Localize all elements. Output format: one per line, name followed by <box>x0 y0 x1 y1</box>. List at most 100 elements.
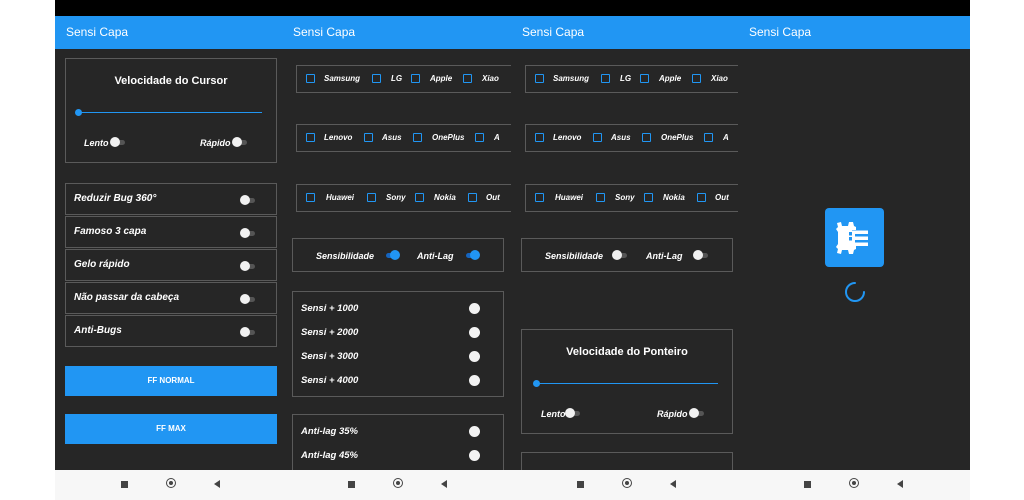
pointer-speed-track[interactable] <box>536 383 718 384</box>
sensi-radio[interactable] <box>469 375 480 386</box>
fast-label: Rápido <box>657 409 688 419</box>
checkbox-sony[interactable] <box>367 193 376 202</box>
checkbox-nokia[interactable] <box>644 193 653 202</box>
gear-settings-icon <box>825 208 884 267</box>
option-label: Reduzir Bug 360° <box>74 193 157 204</box>
cursor-speed-card: Velocidade do Cursor Lento Rápido <box>65 58 277 163</box>
option-famoso-3-capa[interactable]: Famoso 3 capa <box>65 216 277 248</box>
ff-normal-button[interactable]: FF NORMAL <box>65 366 277 396</box>
slow-switch[interactable] <box>110 137 126 147</box>
brand-label: Samsung <box>324 74 361 83</box>
anti-lag-radio[interactable] <box>469 450 480 461</box>
checkbox-samsung[interactable] <box>535 74 544 83</box>
nav-bar <box>738 470 970 500</box>
checkbox-outros[interactable] <box>697 193 706 202</box>
anti-lag-switch[interactable] <box>693 250 709 260</box>
checkbox-apple[interactable] <box>411 74 420 83</box>
brand-label: Lenovo <box>553 133 582 142</box>
checkbox-huawei[interactable] <box>535 193 544 202</box>
checkbox-xiaomi[interactable] <box>463 74 472 83</box>
sensi-radio[interactable] <box>469 303 480 314</box>
back-triangle-icon[interactable] <box>897 480 903 488</box>
sensi-options-card: Sensi + 1000 Sensi + 2000 Sensi + 3000 S… <box>292 291 504 397</box>
checkbox-outros[interactable] <box>468 193 477 202</box>
circle-icon[interactable] <box>849 478 859 488</box>
checkbox-xiaomi[interactable] <box>692 74 701 83</box>
brand-row-1: Samsung LG Apple Xiao <box>525 65 740 93</box>
ff-max-button[interactable]: FF MAX <box>65 414 277 444</box>
brand-label: Nokia <box>434 193 456 202</box>
square-icon[interactable] <box>577 481 584 488</box>
checkbox-lenovo[interactable] <box>306 133 315 142</box>
sensi-radio[interactable] <box>469 327 480 338</box>
brand-row-1: Samsung LG Apple Xiao <box>296 65 511 93</box>
sensibilidade-label: Sensibilidade <box>316 251 375 261</box>
cursor-speed-title: Velocidade do Cursor <box>114 75 228 87</box>
option-nao-passar-cabeca[interactable]: Não passar da cabeça <box>65 282 277 314</box>
option-switch[interactable] <box>240 195 256 205</box>
app-bar-title: Sensi Capa <box>55 16 284 49</box>
sensibilidade-switch[interactable] <box>384 250 400 260</box>
slow-switch[interactable] <box>565 408 581 418</box>
square-icon[interactable] <box>348 481 355 488</box>
option-label: Gelo rápido <box>74 259 130 270</box>
nav-bar <box>282 470 511 500</box>
sensibilidade-switch[interactable] <box>612 250 628 260</box>
option-anti-bugs[interactable]: Anti-Bugs <box>65 315 277 347</box>
checkbox-oneplus[interactable] <box>413 133 422 142</box>
checkbox-nokia[interactable] <box>415 193 424 202</box>
checkbox-huawei[interactable] <box>306 193 315 202</box>
cursor-speed-track[interactable] <box>76 112 262 113</box>
status-bar <box>282 0 511 16</box>
option-reduzir-bug[interactable]: Reduzir Bug 360° <box>65 183 277 215</box>
brand-label: Nokia <box>663 193 685 202</box>
checkbox-asus[interactable] <box>593 133 602 142</box>
brand-label: Samsung <box>553 74 590 83</box>
checkbox-asus[interactable] <box>364 133 373 142</box>
circle-icon[interactable] <box>166 478 176 488</box>
circle-icon[interactable] <box>622 478 632 488</box>
sensi-radio[interactable] <box>469 351 480 362</box>
back-triangle-icon[interactable] <box>670 480 676 488</box>
brand-label: LG <box>391 74 403 83</box>
brand-label: Xiao <box>482 74 499 83</box>
sensi-label: Sensi + 3000 <box>301 351 359 362</box>
option-label: Não passar da cabeça <box>74 292 180 303</box>
sensi-label: Sensi + 1000 <box>301 303 359 314</box>
option-switch[interactable] <box>240 294 256 304</box>
checkbox-apple[interactable] <box>640 74 649 83</box>
anti-lag-switch[interactable] <box>464 250 480 260</box>
fast-switch[interactable] <box>232 137 248 147</box>
anti-lag-option-label: Anti-lag 45% <box>301 450 359 461</box>
square-icon[interactable] <box>804 481 811 488</box>
option-gelo-rapido[interactable]: Gelo rápido <box>65 249 277 281</box>
back-triangle-icon[interactable] <box>214 480 220 488</box>
toggles-card: Sensibilidade Anti-Lag <box>292 238 504 272</box>
option-switch[interactable] <box>240 327 256 337</box>
checkbox-oneplus[interactable] <box>642 133 651 142</box>
checkbox-lenovo[interactable] <box>535 133 544 142</box>
anti-lag-radio[interactable] <box>469 426 480 437</box>
anti-lag-option-label: Anti-lag 35% <box>301 426 359 437</box>
option-switch[interactable] <box>240 261 256 271</box>
checkbox-sony[interactable] <box>596 193 605 202</box>
slow-label: Lento <box>541 409 566 419</box>
brand-label: Asus <box>611 133 631 142</box>
back-triangle-icon[interactable] <box>441 480 447 488</box>
cursor-speed-thumb[interactable] <box>75 109 82 116</box>
checkbox-lg[interactable] <box>601 74 610 83</box>
nav-bar <box>55 470 284 500</box>
option-switch[interactable] <box>240 228 256 238</box>
brand-label: A <box>494 133 500 142</box>
checkbox-a[interactable] <box>704 133 713 142</box>
checkbox-samsung[interactable] <box>306 74 315 83</box>
brand-label: LG <box>620 74 632 83</box>
circle-icon[interactable] <box>393 478 403 488</box>
checkbox-a[interactable] <box>475 133 484 142</box>
fast-switch[interactable] <box>689 408 705 418</box>
pointer-speed-thumb[interactable] <box>533 380 540 387</box>
checkbox-lg[interactable] <box>372 74 381 83</box>
square-icon[interactable] <box>121 481 128 488</box>
option-label: Anti-Bugs <box>74 325 122 336</box>
status-bar <box>511 0 740 16</box>
